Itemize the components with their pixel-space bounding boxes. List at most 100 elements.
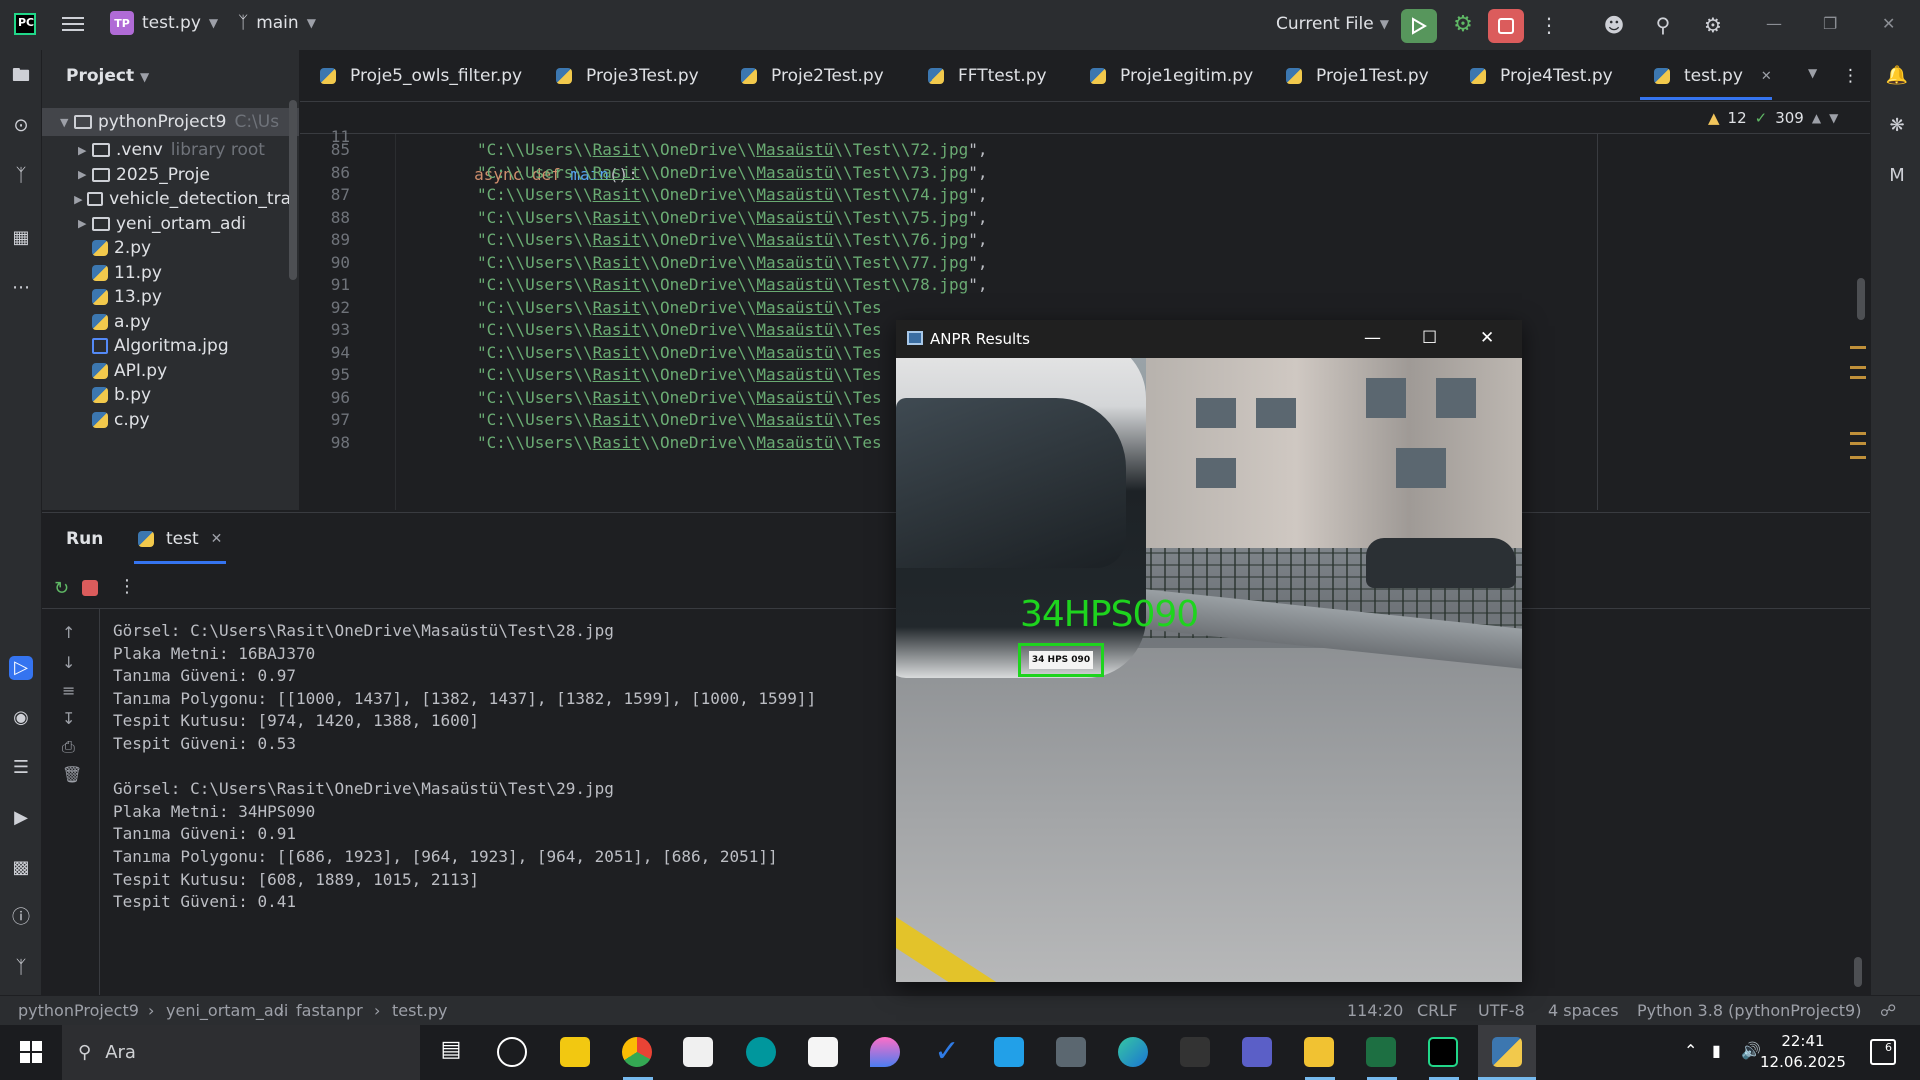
branch-selector[interactable]: ᛉ main ▼ (238, 13, 316, 33)
more-tools-icon[interactable]: ⋯ (9, 276, 33, 300)
taskbar-search[interactable]: ⚲ Ara (62, 1025, 420, 1080)
caret-position[interactable]: 114:20 (1347, 1001, 1403, 1020)
vscode-icon[interactable] (994, 1037, 1024, 1067)
python-window-icon[interactable] (1492, 1037, 1522, 1067)
ai-assistant-icon[interactable]: ❋ (1885, 114, 1909, 138)
tree-root[interactable]: ▼ pythonProject9 C:\Us (42, 108, 299, 136)
lock-icon[interactable]: ☍ (1880, 1001, 1896, 1020)
maximize-icon[interactable]: ☐ (1422, 328, 1437, 348)
chrome-icon[interactable] (622, 1037, 652, 1067)
editor-tab[interactable]: Proje5_owls_filter.py (320, 66, 522, 86)
problems-icon[interactable]: ⓘ (9, 906, 33, 930)
file-encoding[interactable]: UTF-8 (1478, 1001, 1525, 1020)
breadcrumb-item[interactable]: yeni_ortam_adi (166, 1001, 288, 1020)
layers-icon[interactable]: ☰ (9, 756, 33, 780)
pull-requests-icon[interactable]: ᛉ (9, 164, 33, 188)
markdown-icon[interactable]: M (1885, 164, 1909, 188)
arrow-up-icon[interactable]: ↑ (62, 623, 75, 642)
close-icon[interactable]: ✕ (1882, 14, 1895, 33)
main-menu-icon[interactable] (62, 13, 84, 35)
edge-icon[interactable] (1118, 1037, 1148, 1067)
file-explorer-icon[interactable] (1304, 1037, 1334, 1067)
sticky-notes-icon[interactable] (560, 1037, 590, 1067)
run-config-selector[interactable]: Current File ▼ (1276, 14, 1389, 34)
trash-icon[interactable]: 🗑 (62, 765, 82, 784)
anpr-titlebar[interactable]: ANPR Results — ☐ ✕ (896, 320, 1522, 358)
inspection-widget[interactable]: ▲ 12 ✓ 309 ▲ ▼ (1708, 109, 1838, 127)
breadcrumb-item[interactable]: fastanpr (296, 1001, 363, 1020)
notepad-icon[interactable] (808, 1037, 838, 1067)
warning-marker[interactable] (1850, 366, 1866, 369)
editor-tab[interactable]: test.py ✕ (1654, 66, 1772, 86)
volume-icon[interactable]: 🔊 (1741, 1041, 1761, 1060)
stop-button[interactable] (1488, 9, 1524, 43)
warning-marker[interactable] (1850, 432, 1866, 435)
run-tab-test[interactable]: test ✕ (138, 529, 222, 549)
pycharm-icon[interactable] (1428, 1037, 1458, 1067)
editor-tab[interactable]: FFTtest.py (928, 66, 1047, 86)
debug-icon[interactable]: ⚙ (1449, 12, 1477, 40)
tree-item[interactable]: c.py (42, 406, 299, 434)
run-scrollbar[interactable] (1854, 957, 1862, 987)
editor-tab[interactable]: Proje3Test.py (556, 66, 699, 86)
scroll-to-end-icon[interactable]: ↧ (62, 709, 75, 728)
paint-icon[interactable] (870, 1037, 900, 1067)
tabs-dropdown-icon[interactable]: ▼ (1808, 66, 1817, 80)
editor-tab[interactable]: Proje1Test.py (1286, 66, 1429, 86)
settings-gear-icon[interactable]: ⚙ (1700, 12, 1726, 38)
task-view-icon[interactable]: ▤ (436, 1037, 466, 1067)
rerun-button[interactable] (1401, 9, 1437, 43)
stop-icon[interactable] (82, 580, 98, 596)
chevron-up-icon[interactable]: ▲ (1812, 111, 1821, 125)
notification-center-icon[interactable]: 6 (1870, 1039, 1896, 1065)
python-packages-icon[interactable]: ◉ (9, 706, 33, 730)
warning-marker[interactable] (1850, 376, 1866, 379)
close-icon[interactable]: ✕ (1480, 328, 1494, 348)
chevron-down-icon[interactable]: ▼ (1829, 111, 1838, 125)
copilot-icon[interactable] (497, 1037, 527, 1067)
print-icon[interactable]: ⎙ (62, 737, 75, 757)
run-tool-icon[interactable]: ▷ (9, 656, 33, 680)
editor-tab[interactable]: Proje4Test.py (1470, 66, 1613, 86)
warning-marker[interactable] (1850, 442, 1866, 445)
editor-tab[interactable]: Proje2Test.py (741, 66, 884, 86)
breadcrumb-item[interactable]: test.py (392, 1001, 447, 1020)
editor-scrollbar[interactable] (1857, 278, 1865, 320)
clock[interactable]: 22:41 12.06.2025 (1760, 1031, 1846, 1073)
more-icon[interactable]: ⋮ (1536, 12, 1562, 38)
breadcrumb-item[interactable]: pythonProject9 (18, 1001, 139, 1020)
minimize-icon[interactable]: — (1766, 14, 1782, 33)
git-icon[interactable]: ᛉ (9, 956, 33, 980)
services-icon[interactable]: ▶ (9, 806, 33, 830)
project-panel-header[interactable]: Project ▼ (66, 66, 149, 86)
close-tab-icon[interactable]: ✕ (1761, 69, 1772, 84)
close-tab-icon[interactable]: ✕ (211, 531, 223, 547)
minimize-icon[interactable]: — (1364, 328, 1381, 348)
jetbrains-toolbox-icon[interactable] (683, 1037, 713, 1067)
search-icon[interactable]: ⚲ (1650, 12, 1676, 38)
battery-icon[interactable]: ▮ (1712, 1041, 1721, 1060)
tabs-more-icon[interactable]: ⋮ (1842, 66, 1859, 86)
project-scrollbar[interactable] (289, 100, 297, 280)
tray-chevron-up-icon[interactable]: ⌃ (1684, 1041, 1697, 1060)
more-icon[interactable]: ⋮ (118, 576, 136, 597)
restore-icon[interactable]: ❐ (1823, 14, 1837, 33)
warning-marker[interactable] (1850, 456, 1866, 459)
add-user-icon[interactable]: ☻ (1601, 12, 1627, 38)
project-folder-icon[interactable]: 🖿 (9, 64, 33, 88)
excel-icon[interactable] (1366, 1037, 1396, 1067)
todo-icon[interactable]: ✓ (932, 1037, 962, 1067)
windows-start-icon[interactable] (20, 1041, 42, 1063)
interpreter-selector[interactable]: Python 3.8 (pythonProject9) (1637, 1001, 1861, 1020)
app-icon[interactable] (1180, 1037, 1210, 1067)
commit-icon[interactable]: ⊙ (9, 114, 33, 138)
warning-marker[interactable] (1850, 346, 1866, 349)
notifications-icon[interactable]: 🔔 (1885, 64, 1909, 88)
line-separator[interactable]: CRLF (1417, 1001, 1457, 1020)
calculator-icon[interactable] (1056, 1037, 1086, 1067)
arrow-down-icon[interactable]: ↓ (62, 653, 75, 672)
structure-icon[interactable]: ▦ (9, 226, 33, 250)
editor-tab[interactable]: Proje1egitim.py (1090, 66, 1253, 86)
rerun-icon[interactable]: ↻ (54, 578, 69, 599)
arduino-icon[interactable] (746, 1037, 776, 1067)
